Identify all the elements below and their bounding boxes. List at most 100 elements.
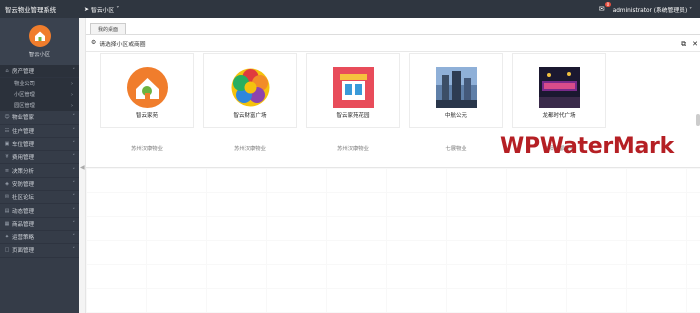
- chevron-right-icon: ˅: [72, 194, 76, 201]
- car-icon: ▣: [4, 141, 10, 148]
- panel-tools: ⧉ ✕: [681, 40, 698, 49]
- community-card-jiayuan-garden[interactable]: 智云家苑花园: [306, 53, 400, 128]
- watermark-text: WPWaterMark: [500, 134, 674, 159]
- flower-logo-icon: [230, 67, 271, 108]
- card-name: 智云家苑: [135, 113, 158, 119]
- sidebar-group[interactable]: ✉ 社区论坛 ˅: [0, 191, 79, 205]
- restore-window-icon[interactable]: ⧉: [681, 40, 686, 49]
- chevron-right-icon: ˅: [72, 247, 76, 254]
- community-card-longdu-plaza[interactable]: 龙都时代广场: [512, 53, 606, 128]
- sidebar-group[interactable]: ☷ 住户管理 ˅: [0, 125, 79, 138]
- panel-header: ⚙ 请选择小区或商圈: [86, 35, 700, 52]
- chevron-right-icon: ˅: [72, 154, 76, 161]
- shop-logo-icon: [332, 67, 374, 108]
- sidebar-group-label: 费用管理: [12, 155, 35, 162]
- chevron-right-icon: ˅: [72, 234, 76, 241]
- chevron-right-icon: ›: [71, 91, 73, 98]
- sidebar-group[interactable]: ⌂ 房产管理 ˅: [0, 65, 79, 79]
- strategy-icon: ✦: [4, 234, 10, 241]
- sidebar-group-label: 运营策略: [12, 235, 35, 242]
- community-card-caifu-plaza[interactable]: 智云财富广场: [203, 53, 297, 128]
- close-icon[interactable]: ✕: [692, 40, 698, 49]
- chevron-right-icon: ›: [71, 102, 73, 109]
- sidebar-group-label: 房产管理: [12, 69, 35, 76]
- card-name: 智云家苑花园: [336, 113, 370, 119]
- chevron-right-icon: ˅: [72, 114, 76, 121]
- chevron-right-icon: ˅: [72, 207, 76, 214]
- location-icon: ➤: [84, 5, 90, 13]
- tab-my-desktop[interactable]: 我的桌面: [90, 23, 127, 34]
- chart-icon: ≡: [4, 167, 10, 174]
- card-company: 苏州汉康物业: [234, 146, 266, 152]
- user-icon: ☺: [4, 114, 10, 121]
- app-brand: 智云物业管理系统: [5, 5, 57, 14]
- chevron-down-icon: ˅: [72, 68, 76, 75]
- chevron-right-icon: ˅: [72, 180, 76, 187]
- card-company: 苏州汉康物业: [131, 146, 163, 152]
- community-switcher-label: 智云小区: [91, 7, 115, 14]
- sidebar-profile: 智云小区: [0, 18, 79, 65]
- sidebar-group-label: 住户管理: [12, 128, 35, 135]
- sidebar-group-label: 社区论坛: [12, 195, 35, 202]
- sidebar-group-label: 安防管理: [12, 181, 35, 188]
- sidebar-collapse-handle[interactable]: ◀: [79, 18, 86, 313]
- forum-icon: ✉: [4, 194, 10, 201]
- sidebar-group-label: 决策分析: [12, 168, 35, 175]
- house-logo-icon: [126, 67, 168, 108]
- community-switcher[interactable]: ➤ 智云小区 ˅: [80, 5, 119, 14]
- scrollbar-thumb[interactable]: [696, 114, 700, 126]
- sidebar-subitem-label: 物业公司: [14, 81, 35, 88]
- chevron-right-icon: ˅: [72, 141, 76, 148]
- sidebar-group-label: 商品管理: [12, 221, 35, 228]
- sidebar-group-label: 车位管理: [12, 142, 35, 149]
- chevron-right-icon: ˅: [72, 220, 76, 227]
- chevron-down-icon: ˅: [689, 7, 692, 14]
- card-name: 中航公元: [444, 113, 467, 119]
- goods-icon: ▦: [4, 220, 10, 227]
- users-icon: ☷: [4, 127, 10, 134]
- community-card-zhonghang-gongyuan[interactable]: 中航公元: [409, 53, 503, 128]
- sidebar-group[interactable]: ≡ 决策分析 ˅: [0, 164, 79, 178]
- chevron-right-icon: ›: [71, 80, 73, 87]
- house-icon: [34, 31, 45, 41]
- settings-icon: ⚙: [91, 40, 97, 46]
- community-card-zhiyun-jiayuan[interactable]: 智云家苑: [100, 53, 194, 128]
- chevron-down-icon: ˅: [116, 5, 120, 13]
- sidebar-group[interactable]: ▤ 动态管理 ˅: [0, 204, 79, 218]
- sidebar-group[interactable]: ☺ 物业管家 ˅: [0, 111, 79, 125]
- sidebar-group[interactable]: ¥ 费用管理 ˅: [0, 151, 79, 165]
- sidebar-subitem[interactable]: 小区管理 ›: [0, 89, 79, 101]
- card-name: 龙都时代广场: [542, 113, 576, 119]
- sidebar-menu: ⌂ 房产管理 ˅ 物业公司 › 小区管理 › 园区管理 › ☺ 物业管家 ˅ ☷ 住户管理 ˅ ▣ 车位管理 ˅ ¥…: [0, 65, 79, 258]
- user-name: administrator (系统管理员): [612, 7, 688, 14]
- sidebar-group[interactable]: ▣ 车位管理 ˅: [0, 138, 79, 152]
- sidebar-subitem-label: 园区管理: [14, 103, 35, 110]
- sidebar-group[interactable]: ◈ 安防管理 ˅: [0, 178, 79, 192]
- sidebar-subitem-label: 小区管理: [14, 92, 35, 99]
- building-photo-icon: [435, 67, 477, 108]
- user-menu[interactable]: administrator (系统管理员) ˅: [613, 5, 692, 14]
- card-name: 智云财富广场: [233, 113, 267, 119]
- sidebar-group-label: 动态管理: [12, 208, 35, 215]
- panel-title: 请选择小区或商圈: [99, 41, 146, 48]
- money-icon: ¥: [5, 154, 9, 161]
- sidebar-group-label: 页面管理: [12, 248, 35, 255]
- sidebar-subitem[interactable]: 园区管理 ›: [0, 100, 79, 112]
- sidebar-group[interactable]: ✦ 运营策略 ˅: [0, 231, 79, 245]
- card-company: 七展物业: [445, 146, 467, 152]
- sidebar-group[interactable]: ▦ 商品管理 ˅: [0, 218, 79, 231]
- chevron-right-icon: ˅: [72, 127, 76, 134]
- plaza-photo-icon: [538, 67, 580, 108]
- sidebar-group-label: 物业管家: [12, 115, 35, 122]
- sidebar-subitem[interactable]: 物业公司 ›: [0, 78, 79, 90]
- top-bar: 智云物业管理系统 ➤ 智云小区 ˅ ✉ 0 administrator (系统管…: [0, 0, 700, 18]
- tab-bar: 我的桌面: [86, 18, 700, 35]
- main-content: 我的桌面 ⚙ 请选择小区或商圈 ⧉ ✕ 智云家苑 智云财富广场 智云家苑花园 中…: [86, 18, 700, 313]
- page-icon: □: [4, 247, 10, 254]
- chevron-right-icon: ˅: [72, 167, 76, 174]
- notification-bell-icon[interactable]: ✉ 0: [599, 2, 611, 13]
- sidebar-group[interactable]: □ 页面管理 ˅: [0, 244, 79, 258]
- community-avatar: [28, 25, 51, 47]
- sidebar: 智云小区 ⌂ 房产管理 ˅ 物业公司 › 小区管理 › 园区管理 › ☺ 物业管家 ˅ ☷ 住户管理 ˅ ▣ 车…: [0, 18, 79, 313]
- news-icon: ▤: [4, 207, 10, 214]
